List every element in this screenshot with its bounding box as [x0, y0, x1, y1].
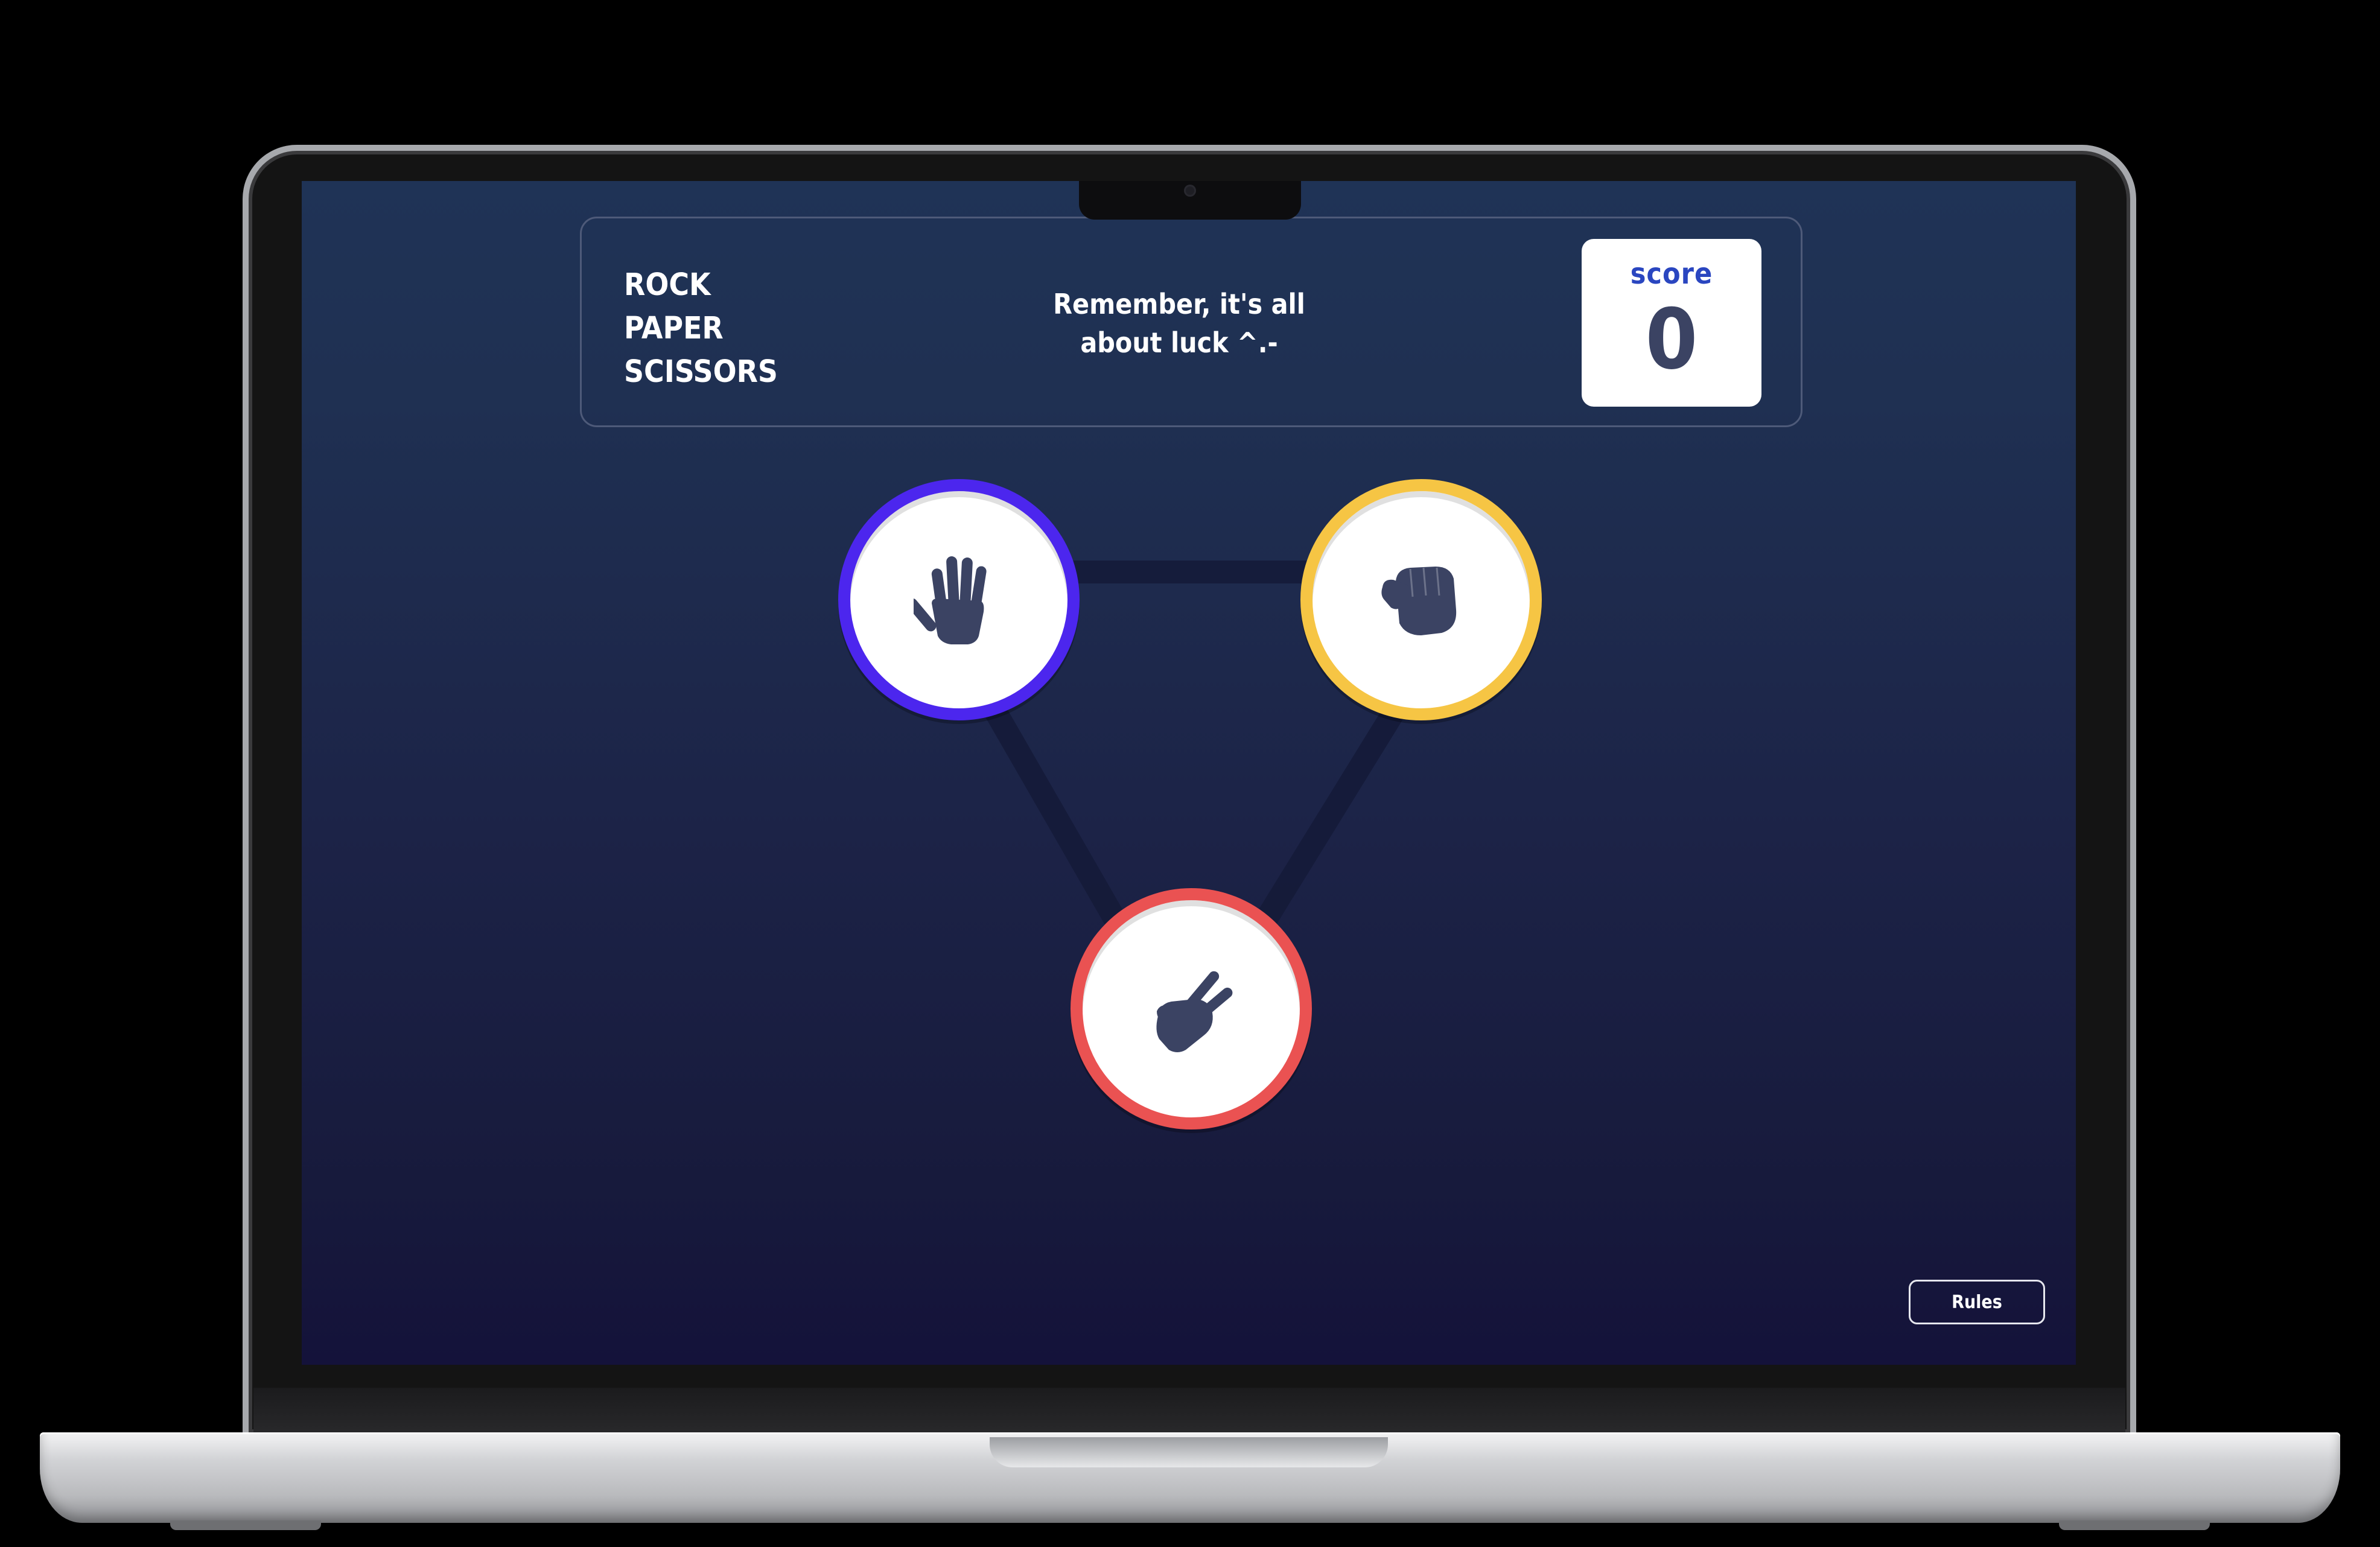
score-box: score 0	[1582, 239, 1761, 407]
tagline-line-2: about luck ^.-	[1080, 326, 1278, 359]
paper-hand-icon	[914, 556, 987, 644]
tagline-line-1: Remember, it's all	[1053, 288, 1305, 320]
game-header: ROCK PAPER SCISSORS Remember, it's all a…	[580, 217, 1802, 427]
laptop-opening-notch	[990, 1437, 1388, 1467]
title-line-paper: PAPER	[624, 311, 724, 346]
laptop-foot-right	[2059, 1520, 2210, 1530]
rock-fist-icon	[1381, 567, 1457, 635]
tagline: Remember, it's all about luck ^.-	[1028, 285, 1330, 362]
title-line-scissors: SCISSORS	[624, 354, 778, 390]
laptop-foot-left	[170, 1520, 321, 1530]
rock-choice-button[interactable]	[1300, 479, 1542, 720]
game-title: ROCK PAPER SCISSORS	[624, 264, 778, 394]
paper-choice-button[interactable]	[838, 479, 1080, 720]
scissors-hand-icon	[1156, 971, 1233, 1052]
camera-icon	[1184, 185, 1196, 197]
rules-button[interactable]: Rules	[1909, 1280, 2045, 1324]
score-value: 0	[1645, 291, 1698, 388]
laptop-chin	[253, 1388, 2125, 1438]
scissors-choice-button[interactable]	[1071, 888, 1312, 1129]
title-line-rock: ROCK	[624, 267, 711, 303]
score-label: score	[1630, 257, 1713, 291]
